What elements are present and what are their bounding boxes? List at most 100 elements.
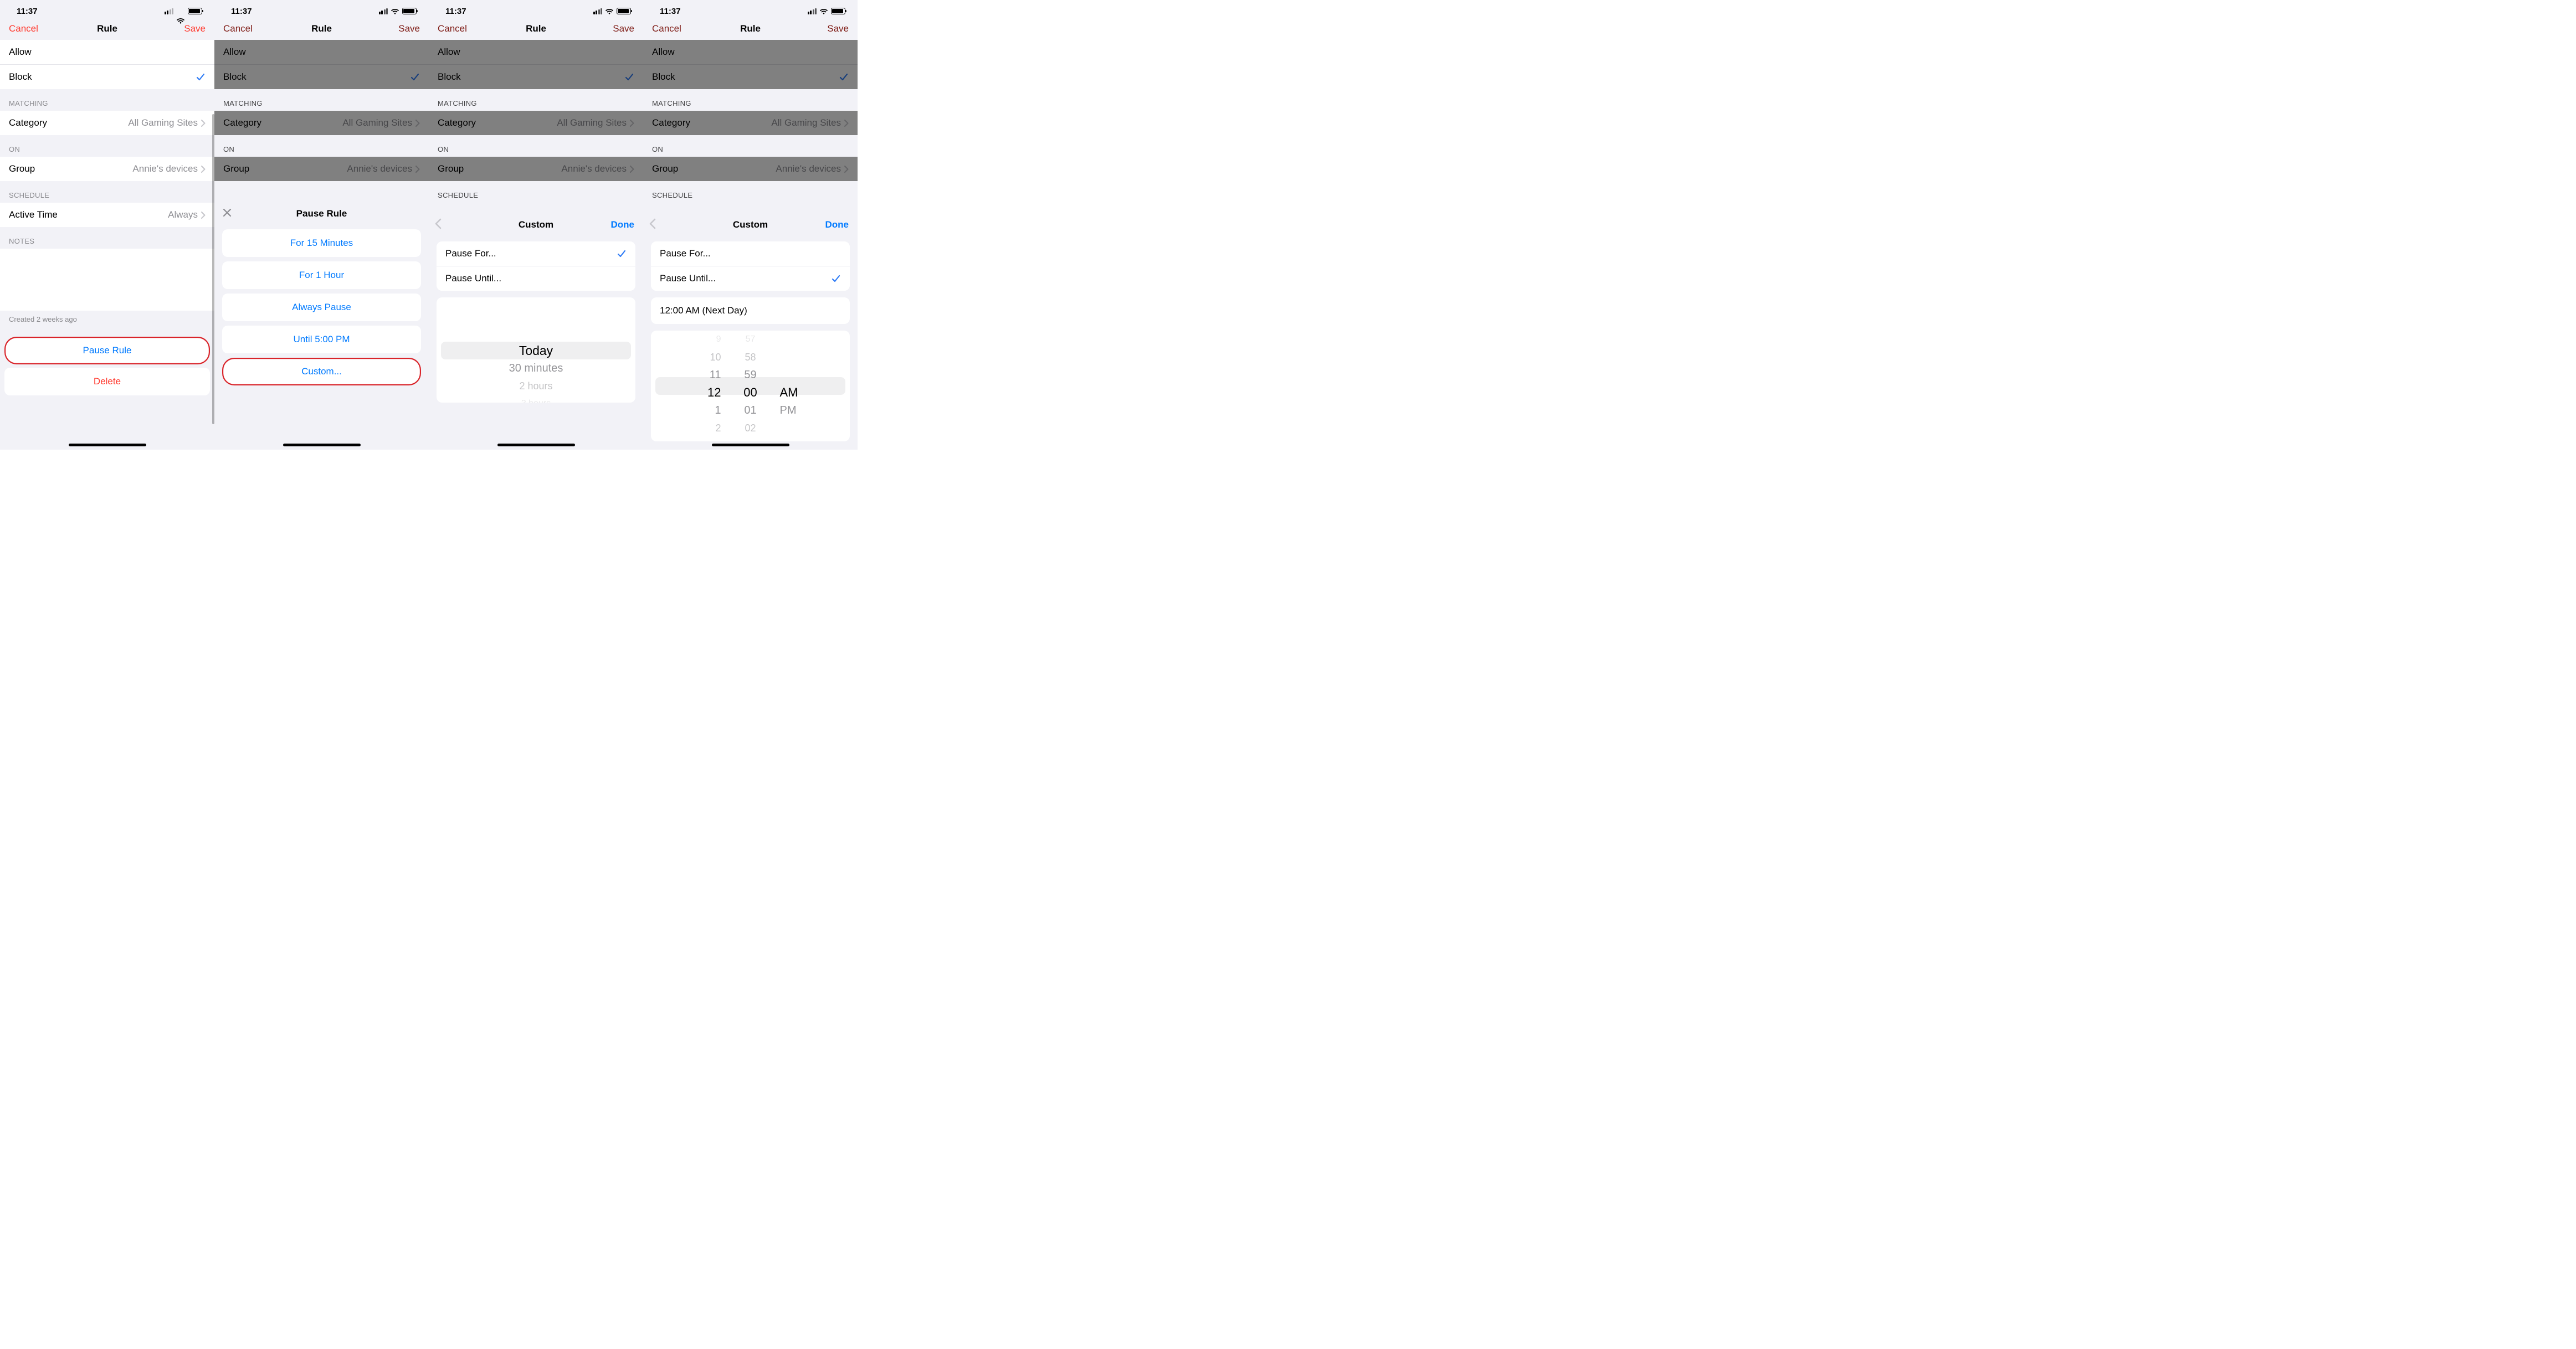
pause-rule-sheet: Pause Rule For 15 Minutes For 1 Hour Alw… <box>214 200 429 450</box>
done-button[interactable]: Done <box>825 219 849 230</box>
cell-signal-icon <box>808 8 817 14</box>
block-row[interactable]: Block <box>0 65 214 89</box>
battery-icon <box>831 8 845 14</box>
checkmark-icon <box>839 72 849 82</box>
page-title: Rule <box>311 23 332 34</box>
time-picker[interactable]: 9 10 11 12 1 2 3 57 58 59 00 01 02 03 <box>651 331 850 441</box>
screen-custom-pause-for: 11:37 Cancel Rule Save Allow Block MATCH… <box>429 0 643 450</box>
screen-rule-editor: 11:37 Cancel Rule Save Allow Block MATCH… <box>0 0 214 450</box>
battery-icon <box>188 8 202 14</box>
group-label: Group <box>9 163 35 174</box>
wifi-icon <box>391 8 399 14</box>
status-right <box>165 8 203 14</box>
status-time: 11:37 <box>231 7 252 16</box>
status-bar: 11:37 <box>429 0 643 19</box>
category-row[interactable]: Category All Gaming Sites <box>214 111 429 135</box>
save-button[interactable]: Save <box>172 23 206 34</box>
checkmark-icon <box>624 72 634 82</box>
pause-1hour-button[interactable]: For 1 Hour <box>222 261 421 289</box>
custom-sheet: Custom Done Pause For... Pause Until... … <box>429 212 643 450</box>
sheet-nav: Custom Done <box>429 212 643 236</box>
group-row[interactable]: Group Annie's devices <box>214 157 429 181</box>
chevron-right-icon <box>415 120 420 127</box>
cancel-button[interactable]: Cancel <box>9 23 42 34</box>
wifi-icon <box>176 8 185 14</box>
cell-signal-icon <box>593 8 603 14</box>
nav-bar: Cancel Rule Save <box>214 19 429 40</box>
home-indicator[interactable] <box>69 444 146 446</box>
allow-row[interactable]: Allow <box>0 40 214 65</box>
sheet-title: Custom <box>733 219 768 230</box>
save-button[interactable]: Save <box>601 23 634 34</box>
pause-rule-button[interactable]: Pause Rule <box>4 337 210 364</box>
pause-until-row[interactable]: Pause Until... <box>651 266 850 291</box>
back-button[interactable] <box>434 218 442 232</box>
category-value: All Gaming Sites <box>128 117 198 128</box>
cancel-button[interactable]: Cancel <box>223 23 256 34</box>
created-label: Created 2 weeks ago <box>0 311 214 333</box>
pause-always-button[interactable]: Always Pause <box>222 294 421 321</box>
until-time-label: 12:00 AM (Next Day) <box>651 297 850 324</box>
cell-signal-icon <box>165 8 174 14</box>
save-button[interactable]: Save <box>815 23 849 34</box>
notes-header: NOTES <box>0 227 214 249</box>
battery-icon <box>402 8 417 14</box>
wifi-icon <box>605 8 614 14</box>
wifi-icon <box>819 8 828 14</box>
pause-for-row[interactable]: Pause For... <box>651 241 850 266</box>
allow-label: Allow <box>9 47 32 58</box>
delete-label: Delete <box>94 376 121 387</box>
sheet-title: Custom <box>519 219 553 230</box>
pause-rule-label: Pause Rule <box>83 345 132 356</box>
chevron-right-icon <box>201 120 206 127</box>
matching-header: MATCHING <box>0 89 214 111</box>
screen-custom-pause-until: 11:37 Cancel Rule Save Allow Block MATCH… <box>643 0 858 450</box>
sheet-nav: Pause Rule <box>214 200 429 225</box>
on-header: ON <box>0 135 214 157</box>
done-button[interactable]: Done <box>611 219 635 230</box>
checkmark-icon <box>617 249 627 259</box>
active-time-row[interactable]: Active Time Always <box>0 203 214 227</box>
custom-sheet: Custom Done Pause For... Pause Until... … <box>643 212 858 450</box>
pause-until-button[interactable]: Until 5:00 PM <box>222 326 421 353</box>
schedule-header: SCHEDULE <box>0 181 214 203</box>
home-indicator[interactable] <box>497 444 575 446</box>
home-indicator[interactable] <box>712 444 789 446</box>
save-button[interactable]: Save <box>387 23 420 34</box>
category-label: Category <box>9 117 47 128</box>
cancel-button[interactable]: Cancel <box>438 23 471 34</box>
home-indicator[interactable] <box>283 444 361 446</box>
pause-until-row[interactable]: Pause Until... <box>437 266 635 291</box>
chevron-right-icon <box>201 166 206 173</box>
chevron-right-icon <box>201 212 206 219</box>
active-time-label: Active Time <box>9 209 58 220</box>
block-row[interactable]: Block <box>214 65 429 89</box>
screen-pause-rule-sheet: 11:37 Cancel Rule Save Allow Block MATCH… <box>214 0 429 450</box>
allow-row[interactable]: Allow <box>214 40 429 65</box>
sheet-title: Pause Rule <box>296 208 347 219</box>
group-row[interactable]: Group Annie's devices <box>0 157 214 181</box>
duration-picker[interactable]: Today 30 minutes 2 hours 3 hours <box>437 297 635 403</box>
status-bar: 11:37 <box>0 0 214 19</box>
pause-for-row[interactable]: Pause For... <box>437 241 635 266</box>
pause-15min-button[interactable]: For 15 Minutes <box>222 229 421 257</box>
notes-textarea[interactable] <box>0 249 214 311</box>
block-label: Block <box>9 71 32 83</box>
chevron-right-icon <box>415 166 420 173</box>
group-value: Annie's devices <box>132 163 198 174</box>
checkmark-icon <box>831 274 841 284</box>
delete-button[interactable]: Delete <box>4 368 210 395</box>
checkmark-icon <box>410 72 420 82</box>
close-icon[interactable] <box>222 208 232 220</box>
back-button[interactable] <box>649 218 656 232</box>
cell-signal-icon <box>379 8 388 14</box>
category-row[interactable]: Category All Gaming Sites <box>0 111 214 135</box>
checkmark-icon <box>196 72 206 82</box>
active-time-value: Always <box>168 209 198 220</box>
battery-icon <box>617 8 631 14</box>
status-time: 11:37 <box>17 7 38 16</box>
page-title: Rule <box>97 23 117 34</box>
status-bar: 11:37 <box>214 0 429 19</box>
cancel-button[interactable]: Cancel <box>652 23 685 34</box>
pause-custom-button[interactable]: Custom... <box>222 358 421 385</box>
